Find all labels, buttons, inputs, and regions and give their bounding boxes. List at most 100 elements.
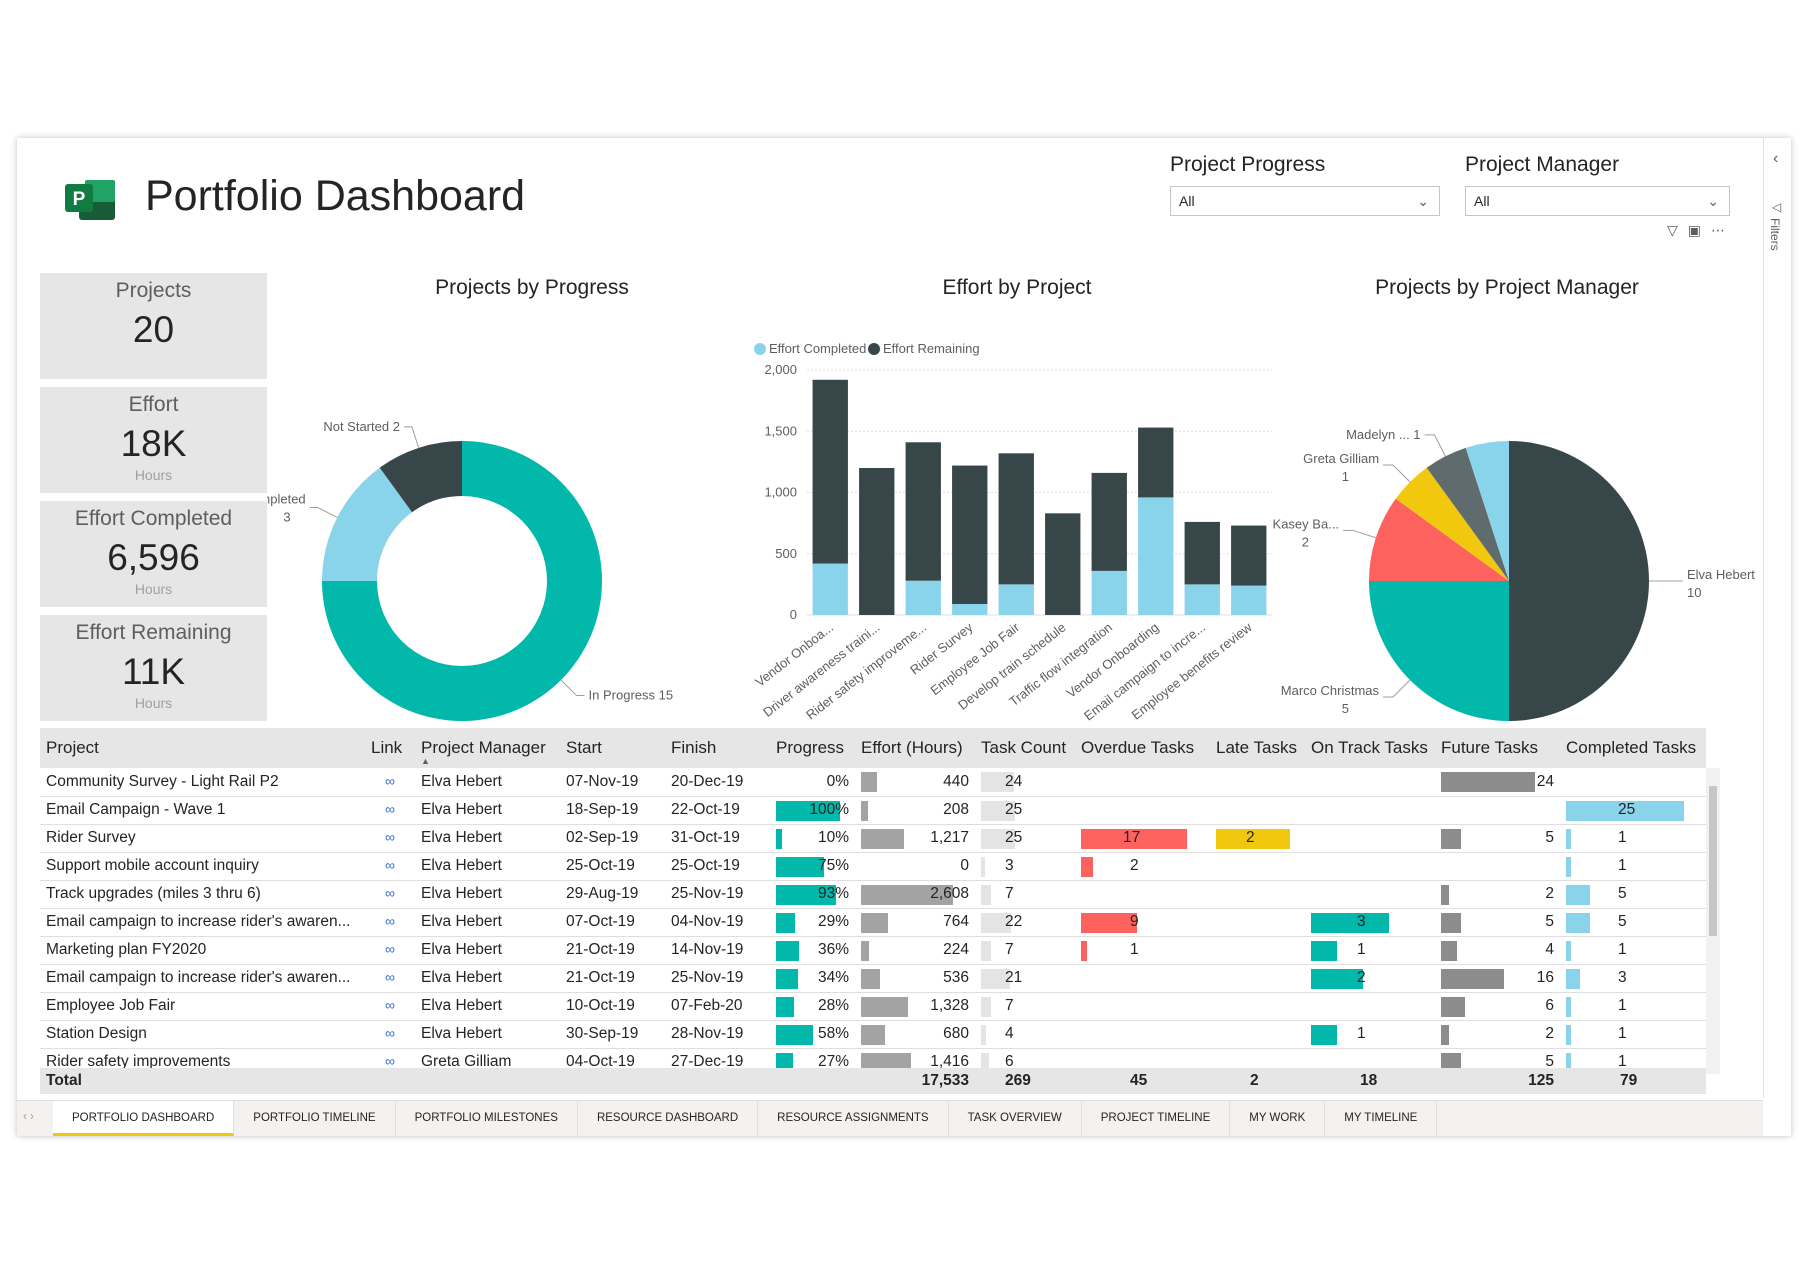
link-icon[interactable]: ∞ bbox=[385, 997, 395, 1013]
tab-resource-dashboard[interactable]: RESOURCE DASHBOARD bbox=[578, 1101, 759, 1136]
table-row[interactable]: Email Campaign - Wave 1 ∞ Elva Hebert 18-Se… bbox=[40, 796, 1706, 825]
data-bar bbox=[981, 1052, 990, 1068]
leader-line bbox=[309, 506, 338, 518]
link-icon[interactable]: ∞ bbox=[385, 773, 395, 789]
link-icon[interactable]: ∞ bbox=[385, 857, 395, 873]
effort-by-project-chart[interactable]: Effort Completed Effort Remaining 0 500 1,00… bbox=[752, 308, 1282, 728]
chevron-left-icon[interactable]: ‹ bbox=[1773, 150, 1778, 168]
focus-mode-icon[interactable]: ▣ bbox=[1688, 222, 1711, 238]
cell-value: 1,217 bbox=[930, 829, 969, 846]
link-icon[interactable]: ∞ bbox=[385, 913, 395, 929]
cell-manager: Elva Hebert bbox=[415, 824, 560, 853]
data-bar bbox=[1311, 968, 1363, 989]
more-options-icon[interactable]: ⋯ bbox=[1711, 222, 1735, 238]
table-row[interactable]: Community Survey - Light Rail P2 ∞ Elva He… bbox=[40, 768, 1706, 797]
tab-my-timeline[interactable]: MY TIMELINE bbox=[1325, 1101, 1438, 1136]
col-header[interactable]: Finish bbox=[665, 728, 770, 768]
cell-manager: Elva Hebert bbox=[415, 1020, 560, 1049]
cell-value: 5 bbox=[1545, 1053, 1554, 1068]
bar-segment[interactable] bbox=[812, 563, 848, 615]
col-header[interactable]: Project bbox=[40, 728, 365, 768]
bar-segment[interactable] bbox=[1138, 497, 1174, 615]
projects-by-progress-chart[interactable]: In Progress 15 Completed 3 Not Started 2 bbox=[267, 308, 727, 728]
bar-segment[interactable] bbox=[812, 379, 848, 564]
data-bar bbox=[1566, 968, 1581, 989]
cell-value: 0 bbox=[960, 857, 969, 874]
tab-portfolio-timeline[interactable]: PORTFOLIO TIMELINE bbox=[234, 1101, 396, 1136]
leader-line bbox=[560, 679, 585, 697]
tab-nav-arrows[interactable]: ‹ › bbox=[17, 1101, 53, 1136]
bar-segment[interactable] bbox=[1091, 570, 1127, 615]
table-body-scroll[interactable]: Community Survey - Light Rail P2 ∞ Elva He… bbox=[40, 768, 1720, 1068]
dropdown-value: All bbox=[1474, 193, 1490, 209]
scrollbar-thumb[interactable] bbox=[1709, 786, 1717, 936]
table-row[interactable]: Track upgrades (miles 3 thru 6) ∞ Elva Heb… bbox=[40, 880, 1706, 909]
bar-segment[interactable] bbox=[905, 580, 941, 615]
sort-ascending-icon[interactable]: ▲ bbox=[421, 756, 430, 766]
bar-segment[interactable] bbox=[1138, 427, 1174, 498]
bar-segment[interactable] bbox=[1184, 521, 1220, 585]
cell-value: 1 bbox=[1618, 829, 1627, 846]
tab-resource-assignments[interactable]: RESOURCE ASSIGNMENTS bbox=[758, 1101, 949, 1136]
project-manager-dropdown[interactable]: All ⌄ bbox=[1465, 186, 1730, 216]
col-header[interactable]: Project Manager ▲ bbox=[415, 728, 560, 768]
tab-portfolio-milestones[interactable]: PORTFOLIO MILESTONES bbox=[396, 1101, 578, 1136]
link-icon[interactable]: ∞ bbox=[385, 829, 395, 845]
table-row[interactable]: Email campaign to increase rider's aware… bbox=[40, 964, 1706, 993]
bar-segment[interactable] bbox=[1184, 584, 1220, 615]
pie-slice[interactable] bbox=[1509, 441, 1649, 721]
bar-segment[interactable] bbox=[1091, 472, 1127, 571]
table-row[interactable]: Marketing plan FY2020 ∞ Elva Hebert 21-Oct-… bbox=[40, 936, 1706, 965]
pie-slice[interactable] bbox=[1369, 581, 1509, 721]
bar-segment[interactable] bbox=[905, 442, 941, 581]
link-icon[interactable]: ∞ bbox=[385, 1053, 395, 1068]
tab-project-timeline[interactable]: PROJECT TIMELINE bbox=[1082, 1101, 1231, 1136]
bar-segment[interactable] bbox=[1045, 513, 1081, 615]
bar-segment[interactable] bbox=[998, 584, 1034, 615]
table-row[interactable]: Email campaign to increase rider's aware… bbox=[40, 908, 1706, 937]
table-row[interactable]: Rider Survey ∞ Elva Hebert 02-Sep-19 31-Oct-… bbox=[40, 824, 1706, 853]
tab-my-work[interactable]: MY WORK bbox=[1230, 1101, 1326, 1136]
col-header[interactable]: Completed Tasks bbox=[1560, 728, 1706, 768]
card-effort-completed: Effort Completed 6,596 Hours bbox=[40, 501, 267, 607]
bar-segment[interactable] bbox=[952, 603, 988, 615]
link-icon[interactable]: ∞ bbox=[385, 885, 395, 901]
chart-title-effort: Effort by Project bbox=[942, 276, 1092, 299]
cell-start: 07-Oct-19 bbox=[560, 908, 665, 937]
tab-task-overview[interactable]: TASK OVERVIEW bbox=[949, 1101, 1082, 1136]
y-tick-label: 1,000 bbox=[764, 485, 797, 500]
table-row[interactable]: Rider safety improvements ∞ Greta Gilliam 0… bbox=[40, 1048, 1706, 1068]
col-header[interactable]: Start bbox=[560, 728, 665, 768]
total-completed: 79 bbox=[1560, 1068, 1706, 1094]
data-bar bbox=[1566, 1024, 1571, 1045]
projects-by-manager-chart[interactable]: Elva Hebert 10 Marco Christmas 5 Kasey Ba...… bbox=[1257, 308, 1767, 728]
col-header[interactable]: Effort (Hours) bbox=[855, 728, 975, 768]
link-icon[interactable]: ∞ bbox=[385, 969, 395, 985]
project-progress-dropdown[interactable]: All ⌄ bbox=[1170, 186, 1440, 216]
bar-segment[interactable] bbox=[859, 468, 895, 615]
table-row[interactable]: Station Design ∞ Elva Hebert 30-Sep-19 28-No… bbox=[40, 1020, 1706, 1049]
page-title: Portfolio Dashboard bbox=[145, 172, 526, 220]
table-scrollbar[interactable] bbox=[1706, 768, 1720, 1074]
filters-pane[interactable]: ‹ ◁ Filters bbox=[1763, 138, 1791, 1098]
col-header[interactable]: Future Tasks bbox=[1435, 728, 1560, 768]
col-header[interactable]: Link bbox=[365, 728, 415, 768]
tab-portfolio-dashboard[interactable]: PORTFOLIO DASHBOARD bbox=[53, 1101, 235, 1136]
col-header[interactable]: Task Count bbox=[975, 728, 1075, 768]
bar-segment[interactable] bbox=[952, 465, 988, 604]
table-row[interactable]: Employee Job Fair ∞ Elva Hebert 10-Oct-19 07… bbox=[40, 992, 1706, 1021]
col-header[interactable]: Progress bbox=[770, 728, 855, 768]
link-icon[interactable]: ∞ bbox=[385, 1025, 395, 1041]
card-projects: Projects 20 bbox=[40, 273, 267, 379]
col-header[interactable]: Late Tasks bbox=[1210, 728, 1305, 768]
col-header[interactable]: Overdue Tasks bbox=[1075, 728, 1210, 768]
cell-value: 1 bbox=[1357, 941, 1366, 958]
cell-value: 5 bbox=[1618, 885, 1627, 902]
col-header[interactable]: On Track Tasks bbox=[1305, 728, 1435, 768]
link-icon[interactable]: ∞ bbox=[385, 801, 395, 817]
table-row[interactable]: Support mobile account inquiry ∞ Elva Hebe… bbox=[40, 852, 1706, 881]
bar-segment[interactable] bbox=[998, 453, 1034, 585]
data-bar bbox=[1441, 1024, 1449, 1045]
filter-icon[interactable]: ▽ bbox=[1667, 222, 1688, 238]
link-icon[interactable]: ∞ bbox=[385, 941, 395, 957]
